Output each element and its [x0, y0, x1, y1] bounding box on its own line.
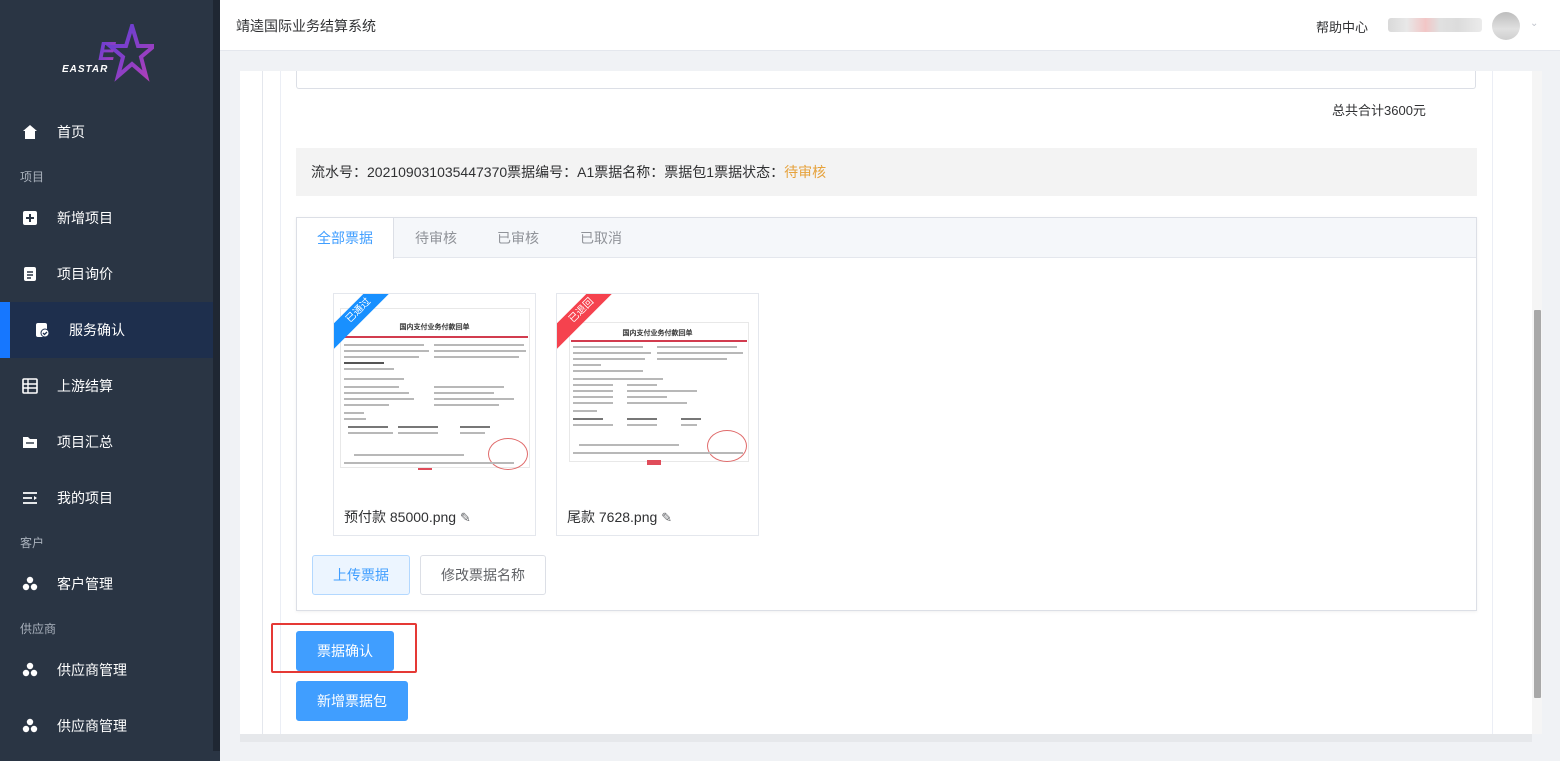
bill-no: A1: [577, 164, 595, 180]
sidebar-item-label: 首页: [57, 124, 85, 140]
bill-name: 票据包1: [664, 164, 715, 180]
sidebar-item-my-projects[interactable]: 我的项目: [0, 470, 213, 526]
sidebar-item-label: 供应商管理: [57, 718, 127, 734]
tab-approved[interactable]: 已审核: [497, 218, 539, 258]
bill-image: 国内支付业务付款回单 已退回: [557, 294, 758, 470]
sidebar-group-supplier: 供应商: [20, 622, 57, 636]
cluster-icon: [22, 662, 38, 677]
sidebar-divider: [213, 0, 220, 751]
logo: E EASTAR: [58, 19, 160, 82]
total-amount: 总共合计3600元: [1332, 103, 1426, 118]
doc-title: 国内支付业务付款回单: [399, 324, 470, 331]
scrollbar-thumb[interactable]: [1534, 310, 1541, 698]
bill-name-label: 票据名称：: [594, 164, 665, 180]
check-document-icon: [36, 323, 50, 338]
sidebar-item-label: 上游结算: [57, 378, 113, 394]
help-center-link[interactable]: 帮助中心: [1316, 17, 1368, 36]
edit-pencil-icon[interactable]: ✎: [661, 510, 672, 525]
app-title: 靖逵国际业务结算系统: [236, 18, 376, 34]
sidebar-item-new-project[interactable]: 新增项目: [0, 190, 213, 246]
sidebar-item-label: 服务确认: [69, 322, 125, 338]
rename-bill-button[interactable]: 修改票据名称: [420, 555, 546, 595]
sidebar-item-label: 我的项目: [57, 490, 113, 506]
divider: [262, 71, 263, 734]
status-label: 票据状态：: [714, 164, 785, 180]
sidebar-item-customer-management[interactable]: 客户管理: [0, 556, 213, 612]
tab-bar: 全部票据 待审核 已审核 已取消: [297, 218, 1476, 259]
sidebar-item-project-inquiry[interactable]: 项目询价: [0, 246, 213, 302]
bill-tabs-card: 全部票据 待审核 已审核 已取消 国内支付业务付款回单 已通过 预付款 8500…: [296, 217, 1477, 611]
sidebar-group-project: 项目: [20, 170, 45, 184]
remark-textarea[interactable]: [296, 71, 1476, 89]
cluster-icon: [22, 718, 38, 733]
tab-cancelled[interactable]: 已取消: [580, 218, 622, 258]
status-badge: 待审核: [784, 164, 827, 180]
tab-pending[interactable]: 待审核: [415, 218, 457, 258]
file-name-text: 尾款 7628.png: [567, 509, 658, 525]
top-header: 靖逵国际业务结算系统 帮助中心 ⌄: [220, 0, 1560, 51]
sidebar-item-label: 供应商管理: [57, 662, 127, 678]
doc-title: 国内支付业务付款回单: [622, 330, 693, 337]
sidebar-item-label: 新增项目: [57, 210, 113, 226]
chevron-down-icon[interactable]: ⌄: [1530, 18, 1538, 29]
sidebar-item-project-summary[interactable]: 项目汇总: [0, 414, 213, 470]
sidebar: E EASTAR 首页 项目 新增项目 项目询价 服务确认 上游结算 项目汇总 …: [0, 0, 220, 761]
sidebar-item-service-confirm[interactable]: 服务确认: [0, 302, 213, 358]
sidebar-item-upstream-settlement[interactable]: 上游结算: [0, 358, 213, 414]
bill-thumbnail[interactable]: 国内支付业务付款回单 已通过 预付款 85000.png ✎: [333, 293, 536, 536]
document-icon: [24, 267, 36, 281]
sidebar-item-label: 项目汇总: [57, 434, 113, 450]
file-name-text: 预付款 85000.png: [344, 509, 457, 525]
list-icon: [23, 492, 37, 504]
home-icon: [23, 125, 37, 139]
content-bottom-border: [240, 734, 1532, 742]
cluster-icon: [22, 576, 38, 591]
bill-image: 国内支付业务付款回单 已通过: [334, 294, 535, 470]
sidebar-group-customer: 客户: [20, 536, 45, 550]
tab-all-bills[interactable]: 全部票据: [297, 218, 394, 259]
serial-number: 202109031035447370: [367, 164, 508, 180]
folder-icon: [23, 437, 37, 448]
add-bill-package-button[interactable]: 新增票据包: [296, 681, 408, 721]
plus-square-icon: [23, 211, 37, 225]
bill-file-name[interactable]: 尾款 7628.png ✎: [567, 507, 672, 527]
grid-icon: [22, 378, 38, 394]
serial-label: 流水号：: [311, 164, 367, 180]
bill-file-name[interactable]: 预付款 85000.png ✎: [344, 507, 471, 527]
edit-pencil-icon[interactable]: ✎: [460, 510, 471, 525]
username-redacted[interactable]: [1388, 18, 1482, 32]
sidebar-item-supplier-management-2[interactable]: 供应商管理: [0, 698, 213, 754]
sidebar-item-home[interactable]: 首页: [0, 104, 213, 160]
sidebar-item-label: 项目询价: [57, 266, 113, 282]
bill-info-bar: 流水号： 202109031035447370 票据编号： A1 票据名称： 票…: [296, 148, 1477, 196]
sidebar-item-supplier-management[interactable]: 供应商管理: [0, 642, 213, 698]
highlight-box: [271, 623, 417, 673]
svg-text:E: E: [98, 36, 116, 66]
bill-thumbnail[interactable]: 国内支付业务付款回单 已退回 尾款 7628.png ✎: [556, 293, 759, 536]
avatar[interactable]: [1492, 12, 1520, 40]
sidebar-item-label: 客户管理: [57, 576, 113, 592]
upload-bill-button[interactable]: 上传票据: [312, 555, 410, 595]
logo-text: EASTAR: [62, 64, 109, 75]
bill-no-label: 票据编号：: [507, 164, 578, 180]
